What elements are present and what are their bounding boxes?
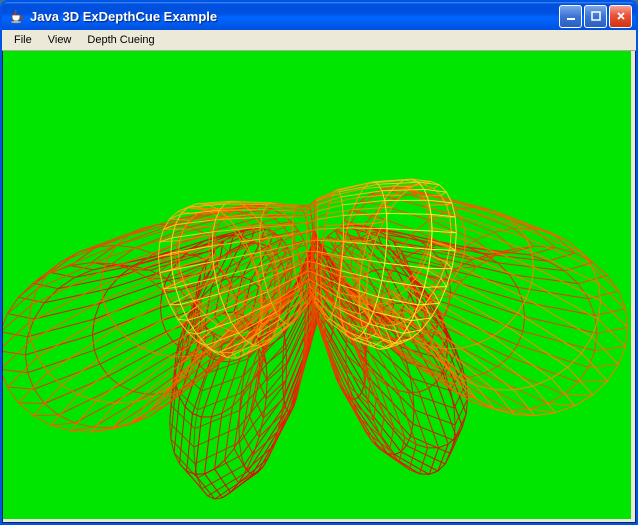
- close-button[interactable]: [609, 5, 632, 28]
- wireframe-shape: [3, 51, 631, 519]
- menu-depth-cueing[interactable]: Depth Cueing: [79, 32, 162, 48]
- application-window: Java 3D ExDepthCue Example File View Dep…: [0, 0, 638, 525]
- menubar: File View Depth Cueing: [2, 30, 636, 51]
- java-cup-icon: [8, 8, 24, 24]
- window-title: Java 3D ExDepthCue Example: [30, 9, 559, 24]
- menu-file[interactable]: File: [6, 32, 40, 48]
- minimize-button[interactable]: [559, 5, 582, 28]
- render-canvas[interactable]: [3, 51, 631, 519]
- titlebar[interactable]: Java 3D ExDepthCue Example: [2, 2, 636, 30]
- window-controls: [559, 5, 632, 28]
- menu-view[interactable]: View: [40, 32, 80, 48]
- maximize-button[interactable]: [584, 5, 607, 28]
